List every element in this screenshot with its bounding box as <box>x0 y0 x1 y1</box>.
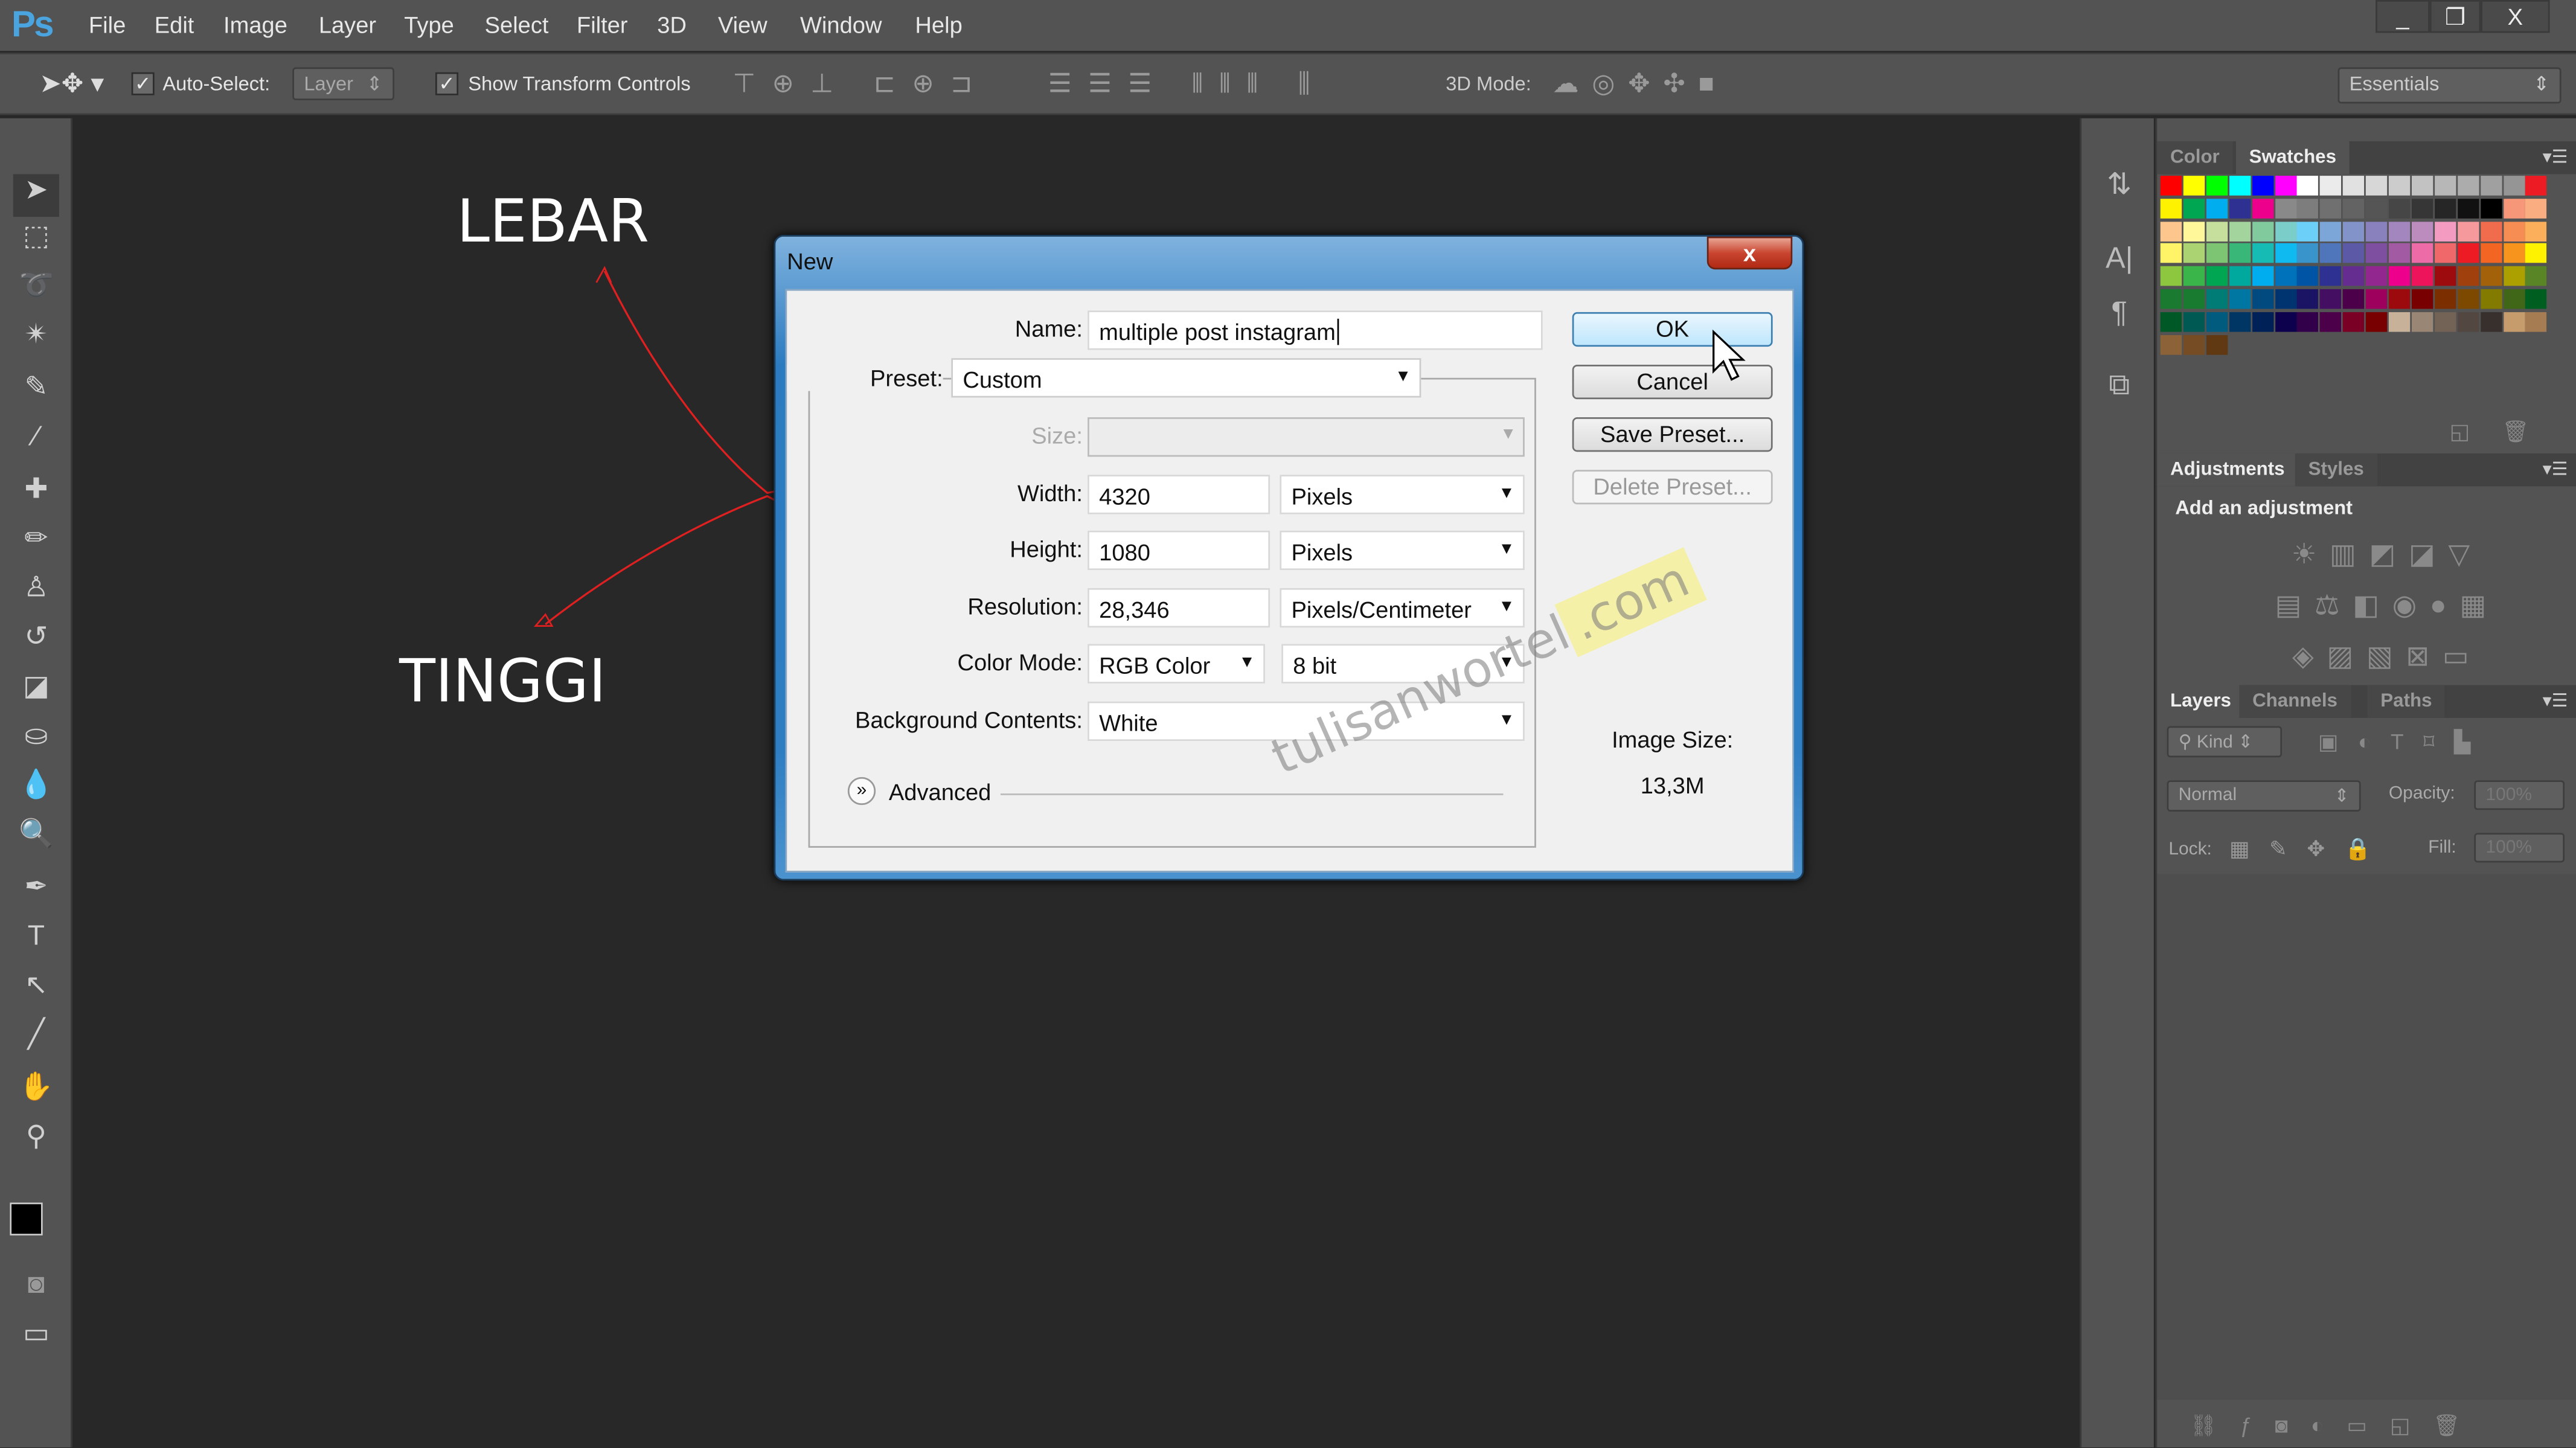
image-size-value: 13,3M <box>1640 772 1705 799</box>
height-annotation: TINGGI <box>399 649 606 717</box>
dialog-title: New <box>787 248 833 275</box>
height-label: Height: <box>1010 535 1083 562</box>
advanced-label[interactable]: Advanced <box>889 779 991 806</box>
arrowhead-height <box>533 613 554 627</box>
watermark-suffix: .com <box>1555 547 1707 658</box>
delete-preset-button: Delete Preset... <box>1572 470 1773 505</box>
color-mode-select[interactable]: RGB Color <box>1088 644 1265 684</box>
preset-label: Preset: <box>787 364 943 391</box>
preset-select[interactable]: Custom <box>951 358 1421 398</box>
save-preset-button[interactable]: Save Preset... <box>1572 417 1773 452</box>
background-contents-label: Background Contents: <box>855 706 1083 733</box>
height-input[interactable]: 1080 <box>1088 530 1270 571</box>
advanced-toggle-icon[interactable]: » <box>847 777 876 806</box>
name-input[interactable]: multiple post instagram <box>1088 310 1543 350</box>
height-unit-select[interactable]: Pixels <box>1280 530 1525 571</box>
mouse-cursor-icon <box>1713 329 1746 381</box>
name-value: multiple post instagram <box>1099 318 1336 345</box>
resolution-input[interactable]: 28,346 <box>1088 588 1270 628</box>
width-label: Width: <box>1017 479 1083 506</box>
dialog-body: Name: multiple post instagram Preset: Cu… <box>785 289 1795 873</box>
width-annotation: LEBAR <box>457 188 650 257</box>
width-unit-select[interactable]: Pixels <box>1280 475 1525 514</box>
new-document-dialog: New x Name: multiple post instagram Pres… <box>774 235 1804 881</box>
image-size-label: Image Size: <box>1612 726 1734 753</box>
resolution-label: Resolution: <box>967 593 1083 620</box>
advanced-divider <box>1000 793 1504 795</box>
size-select: ▼ <box>1088 417 1525 457</box>
width-input[interactable]: 4320 <box>1088 475 1270 514</box>
size-label: Size: <box>1031 422 1083 449</box>
color-mode-label: Color Mode: <box>957 649 1083 676</box>
name-label: Name: <box>1014 315 1083 342</box>
dialog-close-button[interactable]: x <box>1706 236 1793 270</box>
resolution-unit-select[interactable]: Pixels/Centimeter <box>1280 588 1525 628</box>
photoshop-window: Ps File Edit Image Layer Type Select Fil… <box>0 0 2576 1447</box>
